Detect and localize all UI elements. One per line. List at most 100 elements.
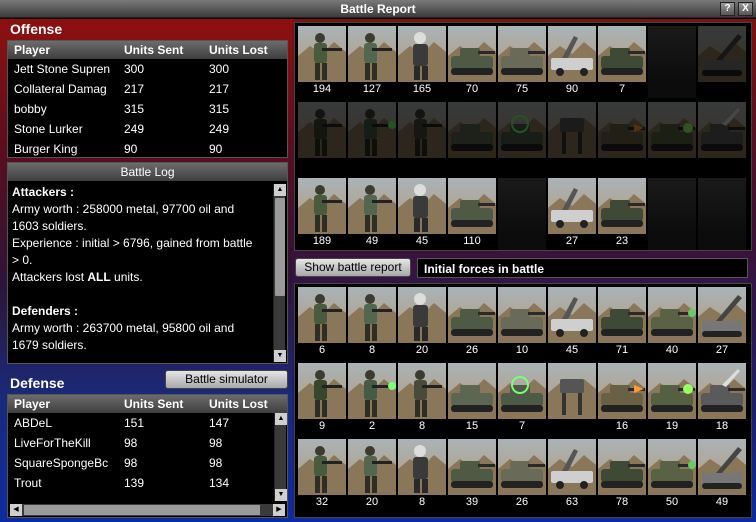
heavy-tank-icon: [598, 26, 646, 82]
unit-slot[interactable]: 19: [648, 363, 696, 435]
unit-count: 20: [415, 344, 429, 356]
column-header-units-lost[interactable]: Units Lost: [209, 397, 268, 411]
unit-slot[interactable]: 6: [298, 287, 346, 359]
column-header-player[interactable]: Player: [14, 43, 112, 57]
offense-title: Offense: [10, 21, 63, 37]
scroll-right-arrow-icon[interactable]: ▶: [273, 504, 285, 516]
table-row[interactable]: Burger King 90 90: [8, 139, 287, 157]
left-panel: Offense Player Units Sent Units Lost Jet…: [0, 19, 292, 522]
table-row[interactable]: LiveForTheKill 98 98: [8, 433, 287, 453]
show-battle-report-button[interactable]: Show battle report: [295, 258, 411, 277]
column-header-units-sent[interactable]: Units Sent: [124, 397, 183, 411]
unit-slot[interactable]: 49: [348, 178, 396, 250]
battle-log-line: [12, 286, 270, 303]
unit-slot[interactable]: 9: [298, 363, 346, 435]
unit-count: 32: [315, 496, 329, 508]
table-row[interactable]: bobby 315 315: [8, 99, 287, 119]
table-row[interactable]: ABDeL 151 147: [8, 413, 287, 433]
table-row[interactable]: Jett Stone Supren 300 300: [8, 59, 287, 79]
defense-table-vscroll[interactable]: ▲ ▼: [274, 413, 287, 501]
scroll-thumb[interactable]: [275, 198, 285, 296]
unit-slot[interactable]: [698, 26, 746, 98]
unit-slot[interactable]: 7: [598, 26, 646, 98]
unit-slot[interactable]: 165: [398, 26, 446, 98]
unit-slot[interactable]: 63: [548, 439, 596, 511]
scroll-up-arrow-icon[interactable]: ▲: [274, 184, 286, 196]
gunner-icon: [348, 287, 396, 343]
column-header-units-sent[interactable]: Units Sent: [124, 43, 183, 57]
scroll-down-arrow-icon[interactable]: ▼: [274, 350, 286, 362]
unit-slot[interactable]: 45: [398, 178, 446, 250]
units-lost: 98: [209, 436, 223, 450]
unit-slot[interactable]: 27: [548, 178, 596, 250]
unit-slot[interactable]: [598, 102, 646, 174]
unit-slot[interactable]: 194: [298, 26, 346, 98]
rocket-soldier-icon: [348, 102, 396, 158]
unit-slot[interactable]: [498, 102, 546, 174]
battle-log-text-segment: Defenders :: [12, 304, 79, 318]
unit-slot[interactable]: 26: [448, 287, 496, 359]
scroll-down-arrow-icon[interactable]: ▼: [275, 489, 287, 501]
column-header-units-lost[interactable]: Units Lost: [209, 43, 268, 57]
unit-slot[interactable]: [548, 363, 596, 435]
unit-slot[interactable]: 26: [498, 439, 546, 511]
unit-slot[interactable]: 16: [598, 363, 646, 435]
table-row[interactable]: SquareSpongeBc 98 98: [8, 453, 287, 473]
table-row[interactable]: Stone Lurker 249 249: [8, 119, 287, 139]
scroll-up-arrow-icon[interactable]: ▲: [275, 413, 287, 425]
unit-slot[interactable]: 75: [498, 26, 546, 98]
unit-slot[interactable]: 71: [598, 287, 646, 359]
unit-count: 8: [368, 344, 376, 356]
unit-slot[interactable]: 27: [698, 287, 746, 359]
unit-slot[interactable]: 127: [348, 26, 396, 98]
unit-slot[interactable]: 23: [598, 178, 646, 250]
unit-slot[interactable]: 32: [298, 439, 346, 511]
unit-slot[interactable]: 18: [698, 363, 746, 435]
scroll-thumb[interactable]: [24, 505, 260, 515]
close-button[interactable]: X: [738, 2, 753, 16]
unit-slot[interactable]: 2: [348, 363, 396, 435]
unit-slot[interactable]: 45: [548, 287, 596, 359]
battle-simulator-button[interactable]: Battle simulator: [165, 370, 288, 389]
unit-slot[interactable]: [398, 102, 446, 174]
unit-slot[interactable]: 8: [348, 287, 396, 359]
unit-slot[interactable]: 10: [498, 287, 546, 359]
unit-slot[interactable]: 110: [448, 178, 496, 250]
unit-slot[interactable]: 8: [398, 439, 446, 511]
column-header-player[interactable]: Player: [14, 397, 112, 411]
unit-slot[interactable]: 189: [298, 178, 346, 250]
unit-slot[interactable]: [298, 102, 346, 174]
unit-slot[interactable]: [448, 102, 496, 174]
unit-slot[interactable]: 20: [398, 287, 446, 359]
unit-slot[interactable]: [648, 26, 696, 98]
scroll-left-arrow-icon[interactable]: ◀: [10, 504, 22, 516]
unit-slot[interactable]: 78: [598, 439, 646, 511]
table-row[interactable]: Collateral Damag 217 217: [8, 79, 287, 99]
battle-log-scrollbar[interactable]: ▲ ▼: [273, 184, 286, 362]
attacker-units-grid: 194 127 165 70 75 90 7 189 49 45 110 27 23: [294, 22, 752, 251]
unit-slot[interactable]: [648, 102, 696, 174]
units-sent: 90: [124, 142, 138, 156]
unit-slot[interactable]: [698, 102, 746, 174]
unit-slot[interactable]: [348, 102, 396, 174]
unit-slot[interactable]: 49: [698, 439, 746, 511]
unit-slot[interactable]: 70: [448, 26, 496, 98]
defense-table-header: Player Units Sent Units Lost: [8, 395, 287, 413]
armored-car-icon: [448, 287, 496, 343]
help-button[interactable]: ?: [720, 2, 735, 16]
unit-slot[interactable]: 40: [648, 287, 696, 359]
unit-slot[interactable]: 90: [548, 26, 596, 98]
unit-slot[interactable]: 7: [498, 363, 546, 435]
unit-slot[interactable]: [698, 178, 746, 250]
unit-slot[interactable]: 15: [448, 363, 496, 435]
defense-table-hscroll[interactable]: ◀ ▶: [10, 504, 285, 516]
unit-slot[interactable]: [548, 102, 596, 174]
battle-log-text-segment: 1679 soldiers.: [12, 338, 87, 352]
unit-slot[interactable]: 50: [648, 439, 696, 511]
table-row[interactable]: Trout 139 134: [8, 473, 287, 493]
unit-slot[interactable]: [648, 178, 696, 250]
unit-slot[interactable]: 20: [348, 439, 396, 511]
unit-slot[interactable]: [498, 178, 546, 250]
unit-slot[interactable]: 39: [448, 439, 496, 511]
unit-slot[interactable]: 8: [398, 363, 446, 435]
